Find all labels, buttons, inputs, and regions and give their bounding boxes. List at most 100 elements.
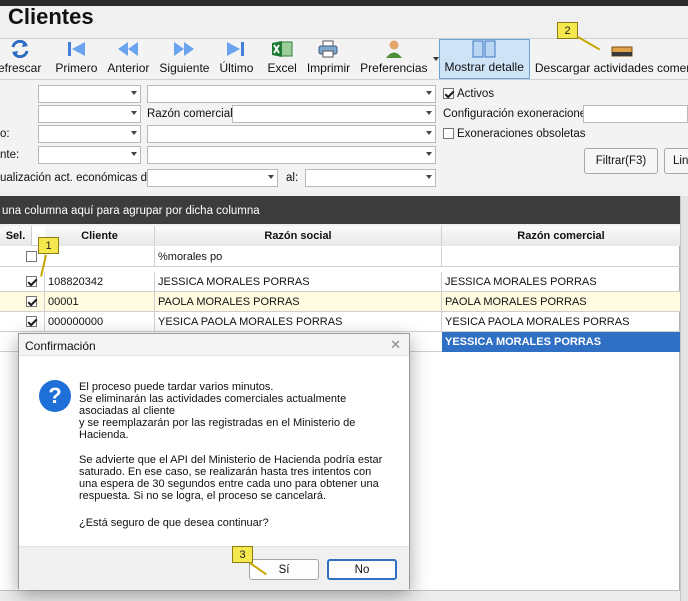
al-label: al: (286, 172, 299, 184)
last-label: Último (219, 61, 254, 75)
left-label-2: nte: (0, 149, 20, 161)
chevron-down-icon (131, 91, 137, 95)
chevron-down-icon (131, 131, 137, 135)
activos-label: Activos (457, 88, 495, 100)
config-exoneraciones-field[interactable] (583, 105, 688, 123)
close-icon[interactable]: ✕ (390, 337, 401, 353)
dialog-titlebar: Confirmación ✕ (19, 334, 409, 356)
chevron-down-icon (426, 91, 432, 95)
row-checkbox[interactable] (26, 296, 37, 307)
obsoletas-checkbox[interactable] (443, 128, 454, 139)
cliente-cell: 000000000 (45, 312, 155, 332)
row-checkbox[interactable] (26, 316, 37, 327)
excel-icon (271, 39, 293, 59)
filter-combo-7[interactable] (147, 146, 436, 164)
print-button[interactable]: Imprimir (302, 39, 355, 79)
filter-combo-3[interactable] (38, 105, 141, 123)
dialog-paragraph-1: El proceso puede tardar varios minutos. … (79, 381, 356, 441)
filter-combo-1[interactable] (38, 85, 141, 103)
filter-combo-2[interactable] (147, 85, 436, 103)
left-label-1: o: (0, 128, 10, 140)
razon-social-cell: YESICA PAOLA MORALES PORRAS (155, 312, 442, 332)
refresh-icon (10, 39, 30, 59)
group-by-bar[interactable]: una columna aquí para agrupar por dicha … (0, 196, 680, 224)
excel-button[interactable]: Excel (262, 39, 301, 79)
chevron-down-icon (131, 111, 137, 115)
header-razon-social[interactable]: Razón social (155, 226, 442, 246)
grid-header-row: Sel. Cliente Razón social Razón comercia… (0, 226, 680, 246)
sel-cell (0, 312, 45, 332)
header-razon-comercial[interactable]: Razón comercial (442, 226, 680, 246)
razon-comercial-label: Razón comercial: (147, 108, 236, 120)
table-row[interactable]: 00001 PAOLA MORALES PORRAS PAOLA MORALES… (0, 292, 680, 312)
header-sel[interactable]: Sel. (0, 226, 32, 246)
chevron-down-icon (268, 175, 274, 179)
chevron-down-icon (426, 131, 432, 135)
download-activities-button[interactable]: Descargar actividades comercial (530, 39, 688, 79)
razon-comercial-combo[interactable] (232, 105, 436, 123)
table-row[interactable]: 108820342 JESSICA MORALES PORRAS JESSICA… (0, 272, 680, 292)
next-button[interactable]: Siguiente (154, 39, 214, 79)
dialog-footer: Sí No (19, 546, 409, 590)
razon-comercial-cell: PAOLA MORALES PORRAS (445, 296, 587, 308)
razon-social-cell: PAOLA MORALES PORRAS (155, 292, 442, 312)
filter-razon-social-cell[interactable]: %morales po (155, 247, 442, 267)
chevron-down-icon (426, 152, 432, 156)
no-button[interactable]: No (327, 559, 397, 580)
filter-razon-comercial-cell[interactable] (442, 247, 680, 267)
show-detail-label: Mostrar detalle (444, 60, 524, 74)
refresh-button[interactable]: efrescar (0, 39, 46, 79)
filter-cliente-cell[interactable] (45, 247, 155, 267)
razon-social-cell: JESSICA MORALES PORRAS (155, 272, 442, 292)
filtrar-button[interactable]: Filtrar(F3) (584, 148, 658, 174)
filter-combo-6[interactable] (38, 146, 141, 164)
limpiar-button[interactable]: Lin (664, 148, 688, 174)
filter-row: %morales po (0, 247, 680, 267)
filter-combo-4[interactable] (38, 125, 141, 143)
razon-comercial-cell-selected: YESSICA MORALES PORRAS (442, 332, 680, 352)
callout-badge-1: 1 (38, 237, 59, 254)
toolbar: efrescar Primero Anterior Siguiente Últi… (0, 38, 688, 80)
confirmation-dialog: Confirmación ✕ ? El proceso puede tardar… (18, 333, 410, 590)
next-label: Siguiente (159, 61, 210, 75)
razon-comercial-cell: YESICA PAOLA MORALES PORRAS (445, 316, 630, 328)
obsoletas-label: Exoneraciones obsoletas (457, 128, 586, 140)
tray-icon (610, 39, 634, 59)
dialog-paragraph-2: Se advierte que el API del Ministerio de… (79, 454, 383, 502)
sel-cell (0, 272, 45, 292)
vertical-scrollbar[interactable] (680, 196, 688, 601)
activos-checkbox[interactable] (443, 88, 454, 99)
refresh-label: efrescar (0, 61, 42, 75)
next-icon (172, 39, 196, 59)
config-exoneraciones-label: Configuración exoneraciones: (443, 108, 596, 120)
cliente-cell: 108820342 (45, 272, 155, 292)
preferences-button[interactable]: Preferencias (355, 39, 432, 79)
first-icon (65, 39, 87, 59)
filter-checkbox[interactable] (26, 251, 37, 262)
table-row[interactable]: 000000000 YESICA PAOLA MORALES PORRAS YE… (0, 312, 680, 332)
clientes-window: Clientes efrescar Primero Anterior Sigui… (0, 0, 688, 601)
callout-badge-2: 2 (557, 22, 578, 39)
actualizacion-label: ualización act. económicas del: (0, 172, 160, 184)
callout-badge-3: 3 (232, 546, 253, 563)
cliente-cell: 00001 (45, 292, 155, 312)
show-detail-button[interactable]: Mostrar detalle (438, 39, 530, 79)
page-title: Clientes (8, 4, 94, 29)
first-button[interactable]: Primero (50, 39, 102, 79)
printer-icon (317, 39, 339, 59)
razon-comercial-cell: JESSICA MORALES PORRAS (445, 276, 597, 288)
filter-combo-5[interactable] (147, 125, 436, 143)
previous-button[interactable]: Anterior (102, 39, 154, 79)
question-icon: ? (39, 380, 71, 412)
dialog-paragraph-3: ¿Está seguro de que desea continuar? (79, 517, 269, 529)
fecha-hasta-combo[interactable] (305, 169, 436, 187)
header-cliente[interactable]: Cliente (45, 226, 155, 246)
last-button[interactable]: Último (214, 39, 258, 79)
fecha-desde-combo[interactable] (147, 169, 278, 187)
sel-cell (0, 292, 45, 312)
first-label: Primero (55, 61, 98, 75)
row-checkbox[interactable] (26, 276, 37, 287)
user-preferences-icon (384, 39, 404, 59)
filters-panel: Activos Razón comercial: Configuración e… (0, 80, 688, 192)
chevron-down-icon (426, 175, 432, 179)
